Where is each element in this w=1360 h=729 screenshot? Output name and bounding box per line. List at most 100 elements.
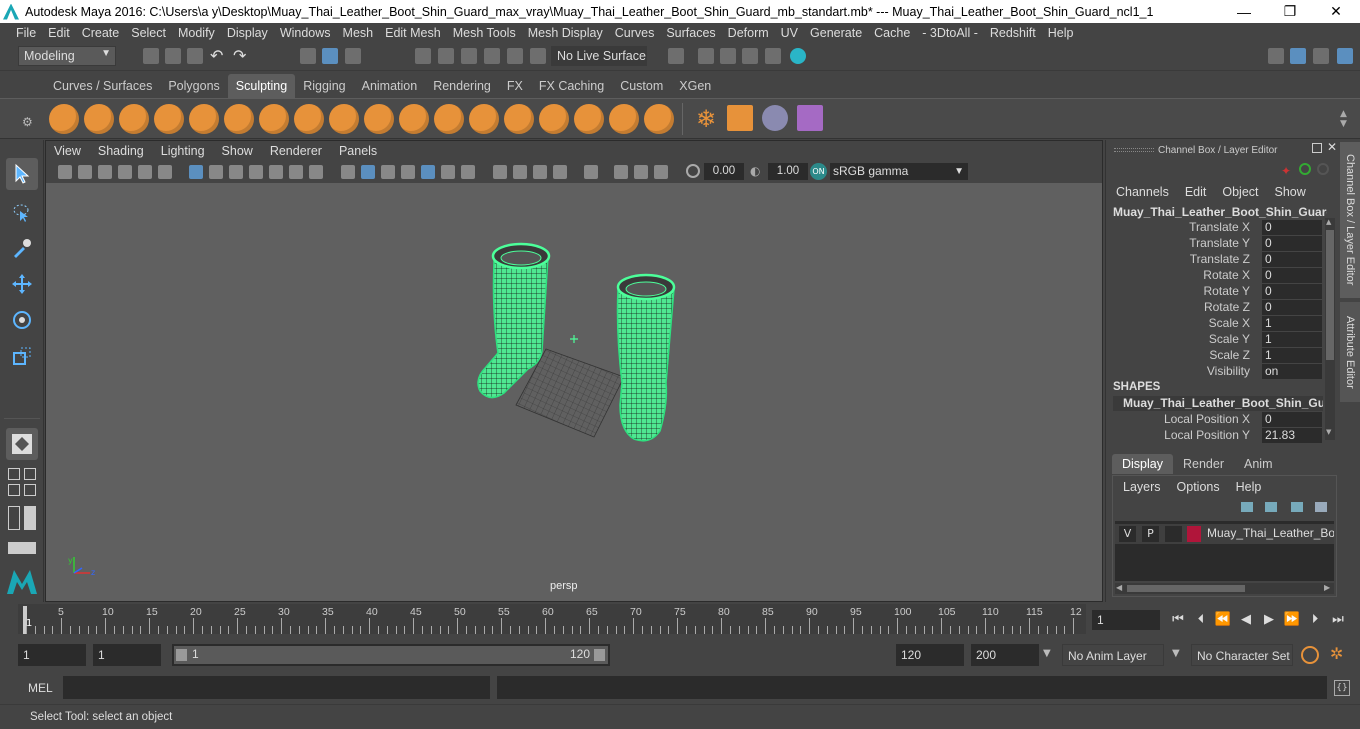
menu-options[interactable]: Options bbox=[1177, 480, 1220, 494]
time-ruler[interactable]: 1 5 10 15 20 25 30 35 40 45 50 55 60 65 70 75 80 85 90 95 1… bbox=[18, 604, 1086, 634]
menu-surfaces[interactable]: Surfaces bbox=[660, 26, 721, 40]
color-management-icon[interactable]: ON bbox=[810, 163, 827, 180]
smear-tool-icon[interactable] bbox=[539, 104, 569, 134]
range-slider-handle[interactable]: 1 120 bbox=[174, 646, 608, 664]
channel-scale-x[interactable]: Scale X 1 bbox=[1106, 316, 1322, 332]
maximize-button[interactable]: ❐ bbox=[1267, 0, 1313, 23]
panel-grip-icon[interactable] bbox=[1114, 148, 1154, 152]
xray-active-icon[interactable] bbox=[634, 165, 648, 179]
shelf-tab-xgen[interactable]: XGen bbox=[671, 74, 719, 98]
bulge-tool-icon[interactable] bbox=[574, 104, 604, 134]
hud-icon[interactable] bbox=[654, 165, 668, 179]
select-component-icon[interactable] bbox=[345, 48, 361, 64]
channel-rotate-z[interactable]: Rotate Z 0 bbox=[1106, 300, 1322, 316]
create-empty-layer-icon[interactable] bbox=[1291, 502, 1303, 512]
wax-tool-icon[interactable] bbox=[399, 104, 429, 134]
motion-blur-icon[interactable] bbox=[513, 165, 527, 179]
hypershade-icon[interactable] bbox=[790, 48, 806, 64]
channel-box-scrollbar[interactable]: ▲ ▼ bbox=[1325, 218, 1335, 440]
shelf-tab-sculpting[interactable]: Sculpting bbox=[227, 74, 296, 98]
use-all-lights-icon[interactable] bbox=[441, 165, 455, 179]
step-back-key-icon[interactable]: ⏪ bbox=[1215, 611, 1231, 627]
wireframe-on-shaded-icon[interactable] bbox=[381, 165, 395, 179]
safe-title-icon[interactable] bbox=[309, 165, 323, 179]
gamma-icon[interactable]: ◐ bbox=[750, 164, 764, 178]
freeze-tool-icon[interactable] bbox=[644, 104, 674, 134]
channel-value[interactable]: on bbox=[1262, 364, 1322, 379]
gamma-field[interactable]: 1.00 bbox=[768, 163, 808, 180]
select-hierarchy-icon[interactable] bbox=[300, 48, 316, 64]
spray-tool-icon[interactable] bbox=[294, 104, 324, 134]
imprint-tool-icon[interactable] bbox=[364, 104, 394, 134]
isolate-select-icon[interactable] bbox=[584, 165, 598, 179]
history-icon[interactable] bbox=[668, 48, 684, 64]
grab-tool-icon[interactable] bbox=[154, 104, 184, 134]
character-set-dropdown[interactable]: No Character Set bbox=[1191, 644, 1293, 666]
minimize-button[interactable]: — bbox=[1221, 0, 1267, 23]
channel-scale-z[interactable]: Scale Z 1 bbox=[1106, 348, 1322, 364]
view-transform-dropdown[interactable]: sRGB gamma ▼ bbox=[830, 163, 968, 180]
shelf-tab-rendering[interactable]: Rendering bbox=[425, 74, 499, 98]
step-forward-key-icon[interactable]: ⏩ bbox=[1284, 611, 1300, 627]
toggle-channel-box-icon[interactable] bbox=[1290, 48, 1306, 64]
workspace-icon[interactable] bbox=[1268, 48, 1284, 64]
persp-outliner-layout-icon[interactable] bbox=[24, 468, 36, 480]
channel-value[interactable]: 1 bbox=[1262, 332, 1322, 347]
scale-tool-icon[interactable] bbox=[6, 340, 38, 372]
move-layer-down-icon[interactable] bbox=[1265, 502, 1277, 512]
safe-action-icon[interactable] bbox=[289, 165, 303, 179]
viewport-menu-shading[interactable]: Shading bbox=[98, 144, 144, 158]
shadows-icon[interactable] bbox=[461, 165, 475, 179]
persp-graph-layout-icon[interactable] bbox=[24, 484, 36, 496]
pinch-tool-icon[interactable] bbox=[189, 104, 219, 134]
textured-icon[interactable] bbox=[401, 165, 415, 179]
select-tool-icon[interactable] bbox=[6, 158, 38, 190]
viewport-menu-renderer[interactable]: Renderer bbox=[270, 144, 322, 158]
render-settings-icon[interactable] bbox=[765, 48, 781, 64]
script-editor-icon[interactable]: {} bbox=[1334, 680, 1350, 696]
menu-edit[interactable]: Edit bbox=[42, 26, 76, 40]
repeat-tool-icon[interactable] bbox=[329, 104, 359, 134]
freeze-all-icon[interactable]: ❄ bbox=[692, 105, 720, 133]
render-view-icon[interactable] bbox=[698, 48, 714, 64]
channel-translate-z[interactable]: Translate Z 0 bbox=[1106, 252, 1322, 268]
menu-cache[interactable]: Cache bbox=[868, 26, 916, 40]
menu-mesh-display[interactable]: Mesh Display bbox=[522, 26, 609, 40]
flatten-tool-icon[interactable] bbox=[224, 104, 254, 134]
live-surface-field[interactable]: No Live Surface bbox=[551, 46, 647, 66]
bookmark-icon[interactable] bbox=[98, 165, 112, 179]
step-forward-frame-icon[interactable]: ⏵ bbox=[1307, 611, 1323, 627]
camera-attributes-icon[interactable] bbox=[78, 165, 92, 179]
layer-visibility-toggle[interactable]: V bbox=[1119, 526, 1136, 542]
channel-translate-y[interactable]: Translate Y 0 bbox=[1106, 236, 1322, 252]
anim-layer-dropdown[interactable]: No Anim Layer bbox=[1062, 644, 1164, 666]
paint-select-tool-icon[interactable] bbox=[6, 232, 38, 264]
close-button[interactable]: ✕ bbox=[1313, 0, 1359, 23]
menu-generate[interactable]: Generate bbox=[804, 26, 868, 40]
animation-prefs-icon[interactable]: ✲ bbox=[1330, 644, 1350, 664]
menu-display[interactable]: Display bbox=[221, 26, 274, 40]
viewport-menu-show[interactable]: Show bbox=[222, 144, 253, 158]
fill-tool-icon[interactable] bbox=[469, 104, 499, 134]
image-plane-icon[interactable] bbox=[118, 165, 132, 179]
scroll-left-icon[interactable]: ◀ bbox=[1116, 583, 1122, 592]
step-back-frame-icon[interactable]: ⏴ bbox=[1193, 611, 1209, 627]
range-start-grip[interactable] bbox=[176, 649, 187, 661]
menu-modify[interactable]: Modify bbox=[172, 26, 221, 40]
new-scene-icon[interactable] bbox=[143, 48, 159, 64]
film-gate-icon[interactable] bbox=[209, 165, 223, 179]
select-object-icon[interactable] bbox=[322, 48, 338, 64]
sculpt-tool-icon[interactable] bbox=[49, 104, 79, 134]
undo-icon[interactable]: ↶ bbox=[210, 46, 223, 65]
chevron-down-icon[interactable]: ▼ bbox=[1043, 648, 1051, 659]
playback-end-field[interactable]: 120 bbox=[896, 644, 964, 666]
channel-visibility[interactable]: Visibility on bbox=[1106, 364, 1322, 380]
mel-label[interactable]: MEL bbox=[28, 681, 53, 695]
viewport-menu-lighting[interactable]: Lighting bbox=[161, 144, 205, 158]
channel-translate-x[interactable]: Translate X 0 bbox=[1106, 220, 1322, 236]
save-scene-icon[interactable] bbox=[187, 48, 203, 64]
layer-row[interactable]: V P Muay_Thai_Leather_Boot bbox=[1115, 524, 1334, 544]
tab-display[interactable]: Display bbox=[1112, 454, 1173, 474]
redo-icon[interactable]: ↷ bbox=[233, 46, 246, 65]
menu-mesh-tools[interactable]: Mesh Tools bbox=[447, 26, 522, 40]
